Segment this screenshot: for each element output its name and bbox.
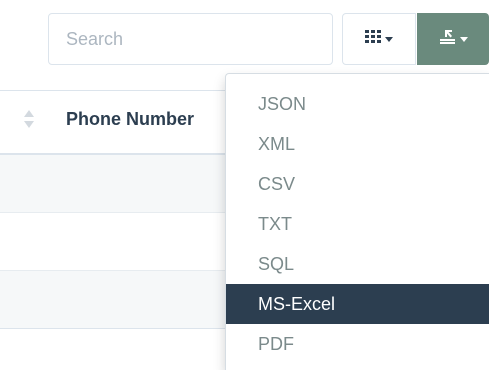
- menu-item-pdf[interactable]: PDF: [226, 324, 489, 364]
- menu-item-sql[interactable]: SQL: [226, 244, 489, 284]
- export-menu: JSON XML CSV TXT SQL MS-Excel PDF: [225, 73, 489, 370]
- page: Phone Number JSON XML CSV TXT SQL MS-Exc…: [0, 0, 489, 370]
- menu-item-xml[interactable]: XML: [226, 124, 489, 164]
- grid-icon: [365, 29, 381, 49]
- menu-item-ms-excel[interactable]: MS-Excel: [226, 284, 489, 324]
- chevron-down-icon: [385, 36, 393, 42]
- columns-toggle-button[interactable]: [342, 13, 416, 65]
- menu-item-txt[interactable]: TXT: [226, 204, 489, 244]
- menu-item-csv[interactable]: CSV: [226, 164, 489, 204]
- search-input[interactable]: [48, 13, 333, 65]
- sort-icon[interactable]: [24, 110, 34, 133]
- menu-item-json[interactable]: JSON: [226, 84, 489, 124]
- download-icon: [439, 29, 457, 50]
- chevron-down-icon: [459, 36, 468, 42]
- export-button[interactable]: [417, 13, 489, 65]
- column-header-phone-number[interactable]: Phone Number: [66, 109, 194, 130]
